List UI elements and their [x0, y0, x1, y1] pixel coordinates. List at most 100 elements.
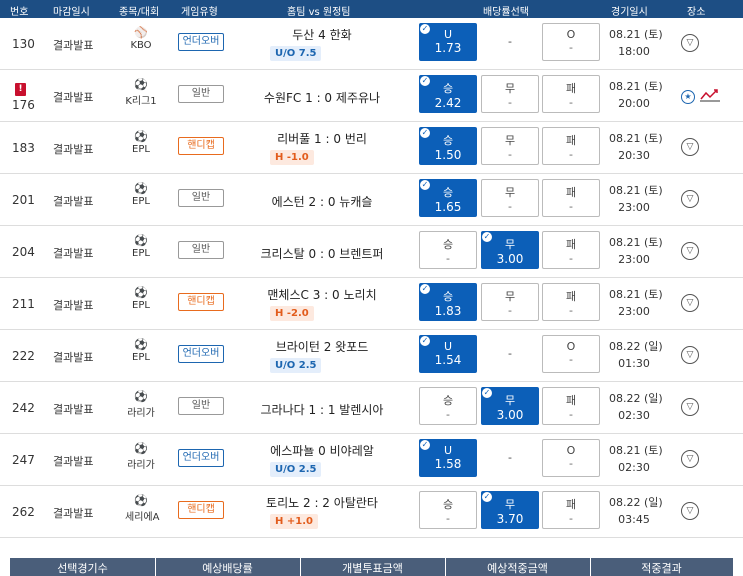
odds-option-3[interactable]: 패-: [542, 491, 600, 529]
location-pin-icon[interactable]: ▽: [681, 190, 699, 208]
odds-option-1[interactable]: ✓ U 1.54: [419, 335, 477, 373]
game-time: 23:00: [618, 253, 650, 266]
odds-value: 3.70: [496, 512, 524, 526]
game-time: 18:00: [618, 45, 650, 58]
odds-label: 패: [565, 82, 577, 95]
location-pin-icon[interactable]: ▽: [681, 138, 699, 156]
soccer-ball-icon: ⚽: [134, 494, 148, 507]
game-type-tag: 일반: [178, 85, 224, 103]
line-badge: U/O 7.5: [270, 46, 322, 61]
league-label: EPL: [132, 248, 150, 259]
odds-option-1[interactable]: 승-: [419, 491, 477, 529]
odds-option-1[interactable]: ✓ 승 2.42: [419, 75, 477, 113]
game-time: 23:00: [618, 305, 650, 318]
league-label: 세리에A: [125, 512, 160, 523]
home-team: 크리스탈: [260, 247, 305, 261]
header-date: 경기일시: [611, 7, 648, 18]
game-type-tag: 일반: [178, 189, 224, 207]
check-icon: ✓: [481, 491, 493, 503]
table-row: 130 결과발표 ⚾ KBO 언더오버 두산 4 한화 U/O 7.5 ✓ U 1.73- O -08…: [0, 18, 743, 70]
match-score: 0: [318, 444, 326, 458]
trend-chart-icon[interactable]: [699, 87, 721, 103]
soccer-ball-icon: ⚽: [134, 234, 148, 247]
game-time: 20:30: [618, 149, 650, 162]
game-date: 08.21 (토) 23:00: [609, 234, 663, 268]
sport-league: ⚽ EPL: [125, 287, 157, 312]
odds-label: 패: [565, 290, 577, 303]
odds-option-3[interactable]: 패-: [542, 231, 600, 269]
odds-value: -: [508, 200, 512, 213]
match-teams: 리버풀 1 : 0 번리: [232, 130, 412, 147]
odds-option-2[interactable]: ✓ 무 3.00: [481, 387, 539, 425]
odds-option-2[interactable]: ✓ 무 3.70: [481, 491, 539, 529]
odds-option-2[interactable]: 무-: [481, 75, 539, 113]
location-pin-icon[interactable]: ★: [681, 90, 695, 104]
game-date: 08.22 (일) 03:45: [609, 494, 663, 528]
odds-option-3[interactable]: O-: [542, 439, 600, 477]
game-date: 08.21 (토) 02:30: [609, 442, 663, 476]
location-pin-icon[interactable]: ▽: [681, 450, 699, 468]
table-row: 204 결과발표 ⚽ EPL 일반 크리스탈 0 : 0 브렌트퍼 승 - ✓ 무 3.00 패 -08…: [0, 226, 743, 278]
odds-option-2[interactable]: 무-: [481, 179, 539, 217]
odds-option-1[interactable]: 승-: [419, 387, 477, 425]
match-teams: 수원FC 1 : 0 제주유나: [232, 89, 412, 106]
location-pin-icon[interactable]: ▽: [681, 346, 699, 364]
odds-option-1[interactable]: ✓ 승 1.50: [419, 127, 477, 165]
check-icon: ✓: [419, 179, 431, 191]
location-pin-icon[interactable]: ▽: [681, 34, 699, 52]
alert-icon: !: [15, 83, 26, 96]
sport-league: ⚽ 라리가: [125, 390, 157, 420]
soccer-ball-icon: ⚽: [134, 390, 148, 403]
odds-option-2[interactable]: -: [481, 439, 539, 477]
odds-option-2[interactable]: ✓ 무 3.00: [481, 231, 539, 269]
odds-option-2[interactable]: -: [481, 335, 539, 373]
odds-option-3[interactable]: 패-: [542, 387, 600, 425]
odds-option-2[interactable]: 무-: [481, 127, 539, 165]
odds-value: 3.00: [496, 408, 524, 422]
match-score: 1 : 1: [308, 403, 336, 417]
home-team: 에스턴: [271, 195, 305, 209]
deadline-status: 결과발표: [53, 195, 94, 208]
game-date: 08.21 (토) 18:00: [609, 26, 663, 60]
deadline-status: 결과발표: [53, 247, 94, 260]
game-day: 08.22 (일): [609, 392, 663, 405]
odds-option-3[interactable]: O-: [542, 335, 600, 373]
odds-label: O: [566, 28, 576, 41]
game-time: 23:00: [618, 201, 650, 214]
table-row: 201 결과발표 ⚽ EPL 일반 에스턴 2 : 0 뉴캐슬 ✓ 승 1.65 무 - 패 -08.2…: [0, 174, 743, 226]
odds-option-3[interactable]: O-: [542, 23, 600, 61]
odds-option-3[interactable]: 패-: [542, 179, 600, 217]
odds-option-1[interactable]: ✓ 승 1.65: [419, 179, 477, 217]
odds-option-3[interactable]: 패-: [542, 127, 600, 165]
odds-value: -: [569, 457, 573, 470]
deadline-status: 결과발표: [53, 455, 94, 468]
odds-label: O: [566, 444, 576, 457]
odds-option-1[interactable]: 승-: [419, 231, 477, 269]
odds-option-2[interactable]: -: [481, 23, 539, 61]
match-teams: 에스턴 2 : 0 뉴캐슬: [232, 193, 412, 210]
location-pin-icon[interactable]: ▽: [681, 502, 699, 520]
match-score: 2: [323, 340, 332, 354]
odds-option-3[interactable]: 패-: [542, 283, 600, 321]
game-time: 02:30: [618, 461, 650, 474]
match-teams: 브라이턴 2 왓포드: [232, 338, 412, 355]
sport-league: ⚽ 세리에A: [125, 494, 160, 524]
line-badge: H -1.0: [270, 150, 314, 165]
odds-option-2[interactable]: 무-: [481, 283, 539, 321]
location-pin-icon[interactable]: ▽: [681, 242, 699, 260]
game-type-tag: 일반: [178, 241, 224, 259]
odds-option-3[interactable]: 패-: [542, 75, 600, 113]
odds-option-1[interactable]: ✓ U 1.73: [419, 23, 477, 61]
sport-league: ⚽ K리그1: [125, 79, 157, 108]
game-date: 08.21 (토) 20:30: [609, 130, 663, 164]
location-pin-icon[interactable]: ▽: [681, 398, 699, 416]
location-pin-icon[interactable]: ▽: [681, 294, 699, 312]
away-team: 뉴캐슬: [339, 195, 373, 209]
odds-label: 패: [565, 134, 577, 147]
odds-value: 1.50: [434, 148, 462, 162]
soccer-ball-icon: ⚽: [134, 338, 148, 351]
check-icon: ✓: [419, 127, 431, 139]
game-number: 130: [12, 37, 35, 51]
odds-option-1[interactable]: ✓ 승 1.83: [419, 283, 477, 321]
odds-option-1[interactable]: ✓ U 1.58: [419, 439, 477, 477]
